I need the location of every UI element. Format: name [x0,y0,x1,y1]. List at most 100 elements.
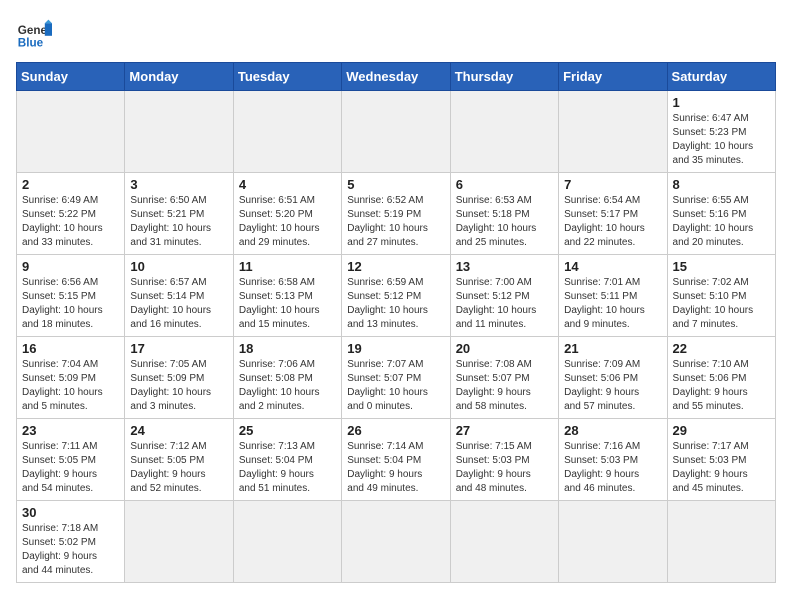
day-info: Sunrise: 7:02 AM Sunset: 5:10 PM Dayligh… [673,276,770,332]
day-number: 2 [22,177,119,192]
calendar-day-cell [342,501,450,583]
calendar-day-header: Wednesday [342,63,450,91]
logo-icon: General Blue [16,16,52,52]
day-info: Sunrise: 7:01 AM Sunset: 5:11 PM Dayligh… [564,276,661,332]
day-info: Sunrise: 6:51 AM Sunset: 5:20 PM Dayligh… [239,194,336,250]
day-info: Sunrise: 7:15 AM Sunset: 5:03 PM Dayligh… [456,440,553,496]
calendar-day-cell [667,501,775,583]
day-info: Sunrise: 7:16 AM Sunset: 5:03 PM Dayligh… [564,440,661,496]
calendar-day-cell: 7 Sunrise: 6:54 AM Sunset: 5:17 PM Daylig… [559,173,667,255]
calendar-day-cell: 24 Sunrise: 7:12 AM Sunset: 5:05 PM Dayli… [125,419,233,501]
day-number: 23 [22,423,119,438]
calendar-week-row: 16 Sunrise: 7:04 AM Sunset: 5:09 PM Dayli… [17,337,776,419]
calendar-day-cell [233,501,341,583]
calendar-day-cell: 19 Sunrise: 7:07 AM Sunset: 5:07 PM Dayli… [342,337,450,419]
day-info: Sunrise: 6:57 AM Sunset: 5:14 PM Dayligh… [130,276,227,332]
day-info: Sunrise: 7:13 AM Sunset: 5:04 PM Dayligh… [239,440,336,496]
calendar-day-cell: 30 Sunrise: 7:18 AM Sunset: 5:02 PM Dayli… [17,501,125,583]
day-number: 30 [22,505,119,520]
calendar-day-header: Friday [559,63,667,91]
day-number: 20 [456,341,553,356]
calendar-day-cell [125,501,233,583]
calendar-day-cell [559,91,667,173]
day-info: Sunrise: 7:08 AM Sunset: 5:07 PM Dayligh… [456,358,553,414]
calendar-day-cell: 22 Sunrise: 7:10 AM Sunset: 5:06 PM Dayli… [667,337,775,419]
calendar-day-header: Thursday [450,63,558,91]
calendar-day-cell: 18 Sunrise: 7:06 AM Sunset: 5:08 PM Dayli… [233,337,341,419]
calendar-day-cell: 21 Sunrise: 7:09 AM Sunset: 5:06 PM Dayli… [559,337,667,419]
calendar-week-row: 23 Sunrise: 7:11 AM Sunset: 5:05 PM Dayli… [17,419,776,501]
day-number: 18 [239,341,336,356]
day-number: 8 [673,177,770,192]
day-number: 5 [347,177,444,192]
day-info: Sunrise: 6:53 AM Sunset: 5:18 PM Dayligh… [456,194,553,250]
day-info: Sunrise: 7:17 AM Sunset: 5:03 PM Dayligh… [673,440,770,496]
calendar-day-header: Monday [125,63,233,91]
day-info: Sunrise: 6:47 AM Sunset: 5:23 PM Dayligh… [673,112,770,168]
svg-text:Blue: Blue [18,37,44,50]
calendar-day-cell: 3Sunrise: 6:50 AM Sunset: 5:21 PM Daylig… [125,173,233,255]
calendar-day-header: Sunday [17,63,125,91]
calendar-day-cell [125,91,233,173]
calendar-day-cell: 25 Sunrise: 7:13 AM Sunset: 5:04 PM Dayli… [233,419,341,501]
day-info: Sunrise: 7:11 AM Sunset: 5:05 PM Dayligh… [22,440,119,496]
day-number: 16 [22,341,119,356]
calendar-day-cell: 26 Sunrise: 7:14 AM Sunset: 5:04 PM Dayli… [342,419,450,501]
calendar-day-cell [450,501,558,583]
calendar-table: SundayMondayTuesdayWednesdayThursdayFrid… [16,62,776,583]
day-number: 4 [239,177,336,192]
day-number: 22 [673,341,770,356]
calendar-day-cell: 2Sunrise: 6:49 AM Sunset: 5:22 PM Daylig… [17,173,125,255]
calendar-day-cell: 9 Sunrise: 6:56 AM Sunset: 5:15 PM Daylig… [17,255,125,337]
calendar-day-cell: 28 Sunrise: 7:16 AM Sunset: 5:03 PM Dayli… [559,419,667,501]
day-number: 24 [130,423,227,438]
day-info: Sunrise: 6:58 AM Sunset: 5:13 PM Dayligh… [239,276,336,332]
day-info: Sunrise: 7:14 AM Sunset: 5:04 PM Dayligh… [347,440,444,496]
calendar-day-cell [559,501,667,583]
day-number: 12 [347,259,444,274]
calendar-day-cell: 14 Sunrise: 7:01 AM Sunset: 5:11 PM Dayli… [559,255,667,337]
calendar-day-cell [17,91,125,173]
calendar-week-row: 30 Sunrise: 7:18 AM Sunset: 5:02 PM Dayli… [17,501,776,583]
day-number: 26 [347,423,444,438]
day-number: 7 [564,177,661,192]
calendar-week-row: 1 Sunrise: 6:47 AM Sunset: 5:23 PM Daylig… [17,91,776,173]
calendar-header-row: SundayMondayTuesdayWednesdayThursdayFrid… [17,63,776,91]
day-info: Sunrise: 7:05 AM Sunset: 5:09 PM Dayligh… [130,358,227,414]
day-info: Sunrise: 6:56 AM Sunset: 5:15 PM Dayligh… [22,276,119,332]
day-number: 17 [130,341,227,356]
day-info: Sunrise: 7:09 AM Sunset: 5:06 PM Dayligh… [564,358,661,414]
day-number: 28 [564,423,661,438]
day-info: Sunrise: 6:54 AM Sunset: 5:17 PM Dayligh… [564,194,661,250]
calendar-day-cell: 16 Sunrise: 7:04 AM Sunset: 5:09 PM Dayli… [17,337,125,419]
calendar-day-cell: 13Sunrise: 7:00 AM Sunset: 5:12 PM Dayli… [450,255,558,337]
day-info: Sunrise: 7:04 AM Sunset: 5:09 PM Dayligh… [22,358,119,414]
page-header: General Blue [16,16,776,52]
day-number: 25 [239,423,336,438]
day-info: Sunrise: 6:55 AM Sunset: 5:16 PM Dayligh… [673,194,770,250]
day-info: Sunrise: 6:52 AM Sunset: 5:19 PM Dayligh… [347,194,444,250]
day-number: 29 [673,423,770,438]
day-info: Sunrise: 7:12 AM Sunset: 5:05 PM Dayligh… [130,440,227,496]
calendar-day-cell: 11Sunrise: 6:58 AM Sunset: 5:13 PM Dayli… [233,255,341,337]
calendar-day-cell: 4 Sunrise: 6:51 AM Sunset: 5:20 PM Daylig… [233,173,341,255]
calendar-day-cell: 17 Sunrise: 7:05 AM Sunset: 5:09 PM Dayli… [125,337,233,419]
day-info: Sunrise: 7:18 AM Sunset: 5:02 PM Dayligh… [22,522,119,578]
day-number: 13 [456,259,553,274]
day-number: 27 [456,423,553,438]
day-number: 1 [673,95,770,110]
day-number: 21 [564,341,661,356]
calendar-day-cell: 10Sunrise: 6:57 AM Sunset: 5:14 PM Dayli… [125,255,233,337]
day-number: 19 [347,341,444,356]
day-info: Sunrise: 7:06 AM Sunset: 5:08 PM Dayligh… [239,358,336,414]
day-info: Sunrise: 7:10 AM Sunset: 5:06 PM Dayligh… [673,358,770,414]
calendar-day-cell: 29 Sunrise: 7:17 AM Sunset: 5:03 PM Dayli… [667,419,775,501]
day-info: Sunrise: 7:07 AM Sunset: 5:07 PM Dayligh… [347,358,444,414]
day-number: 14 [564,259,661,274]
day-number: 9 [22,259,119,274]
calendar-day-cell: 23 Sunrise: 7:11 AM Sunset: 5:05 PM Dayli… [17,419,125,501]
day-number: 3 [130,177,227,192]
logo: General Blue [16,16,56,52]
calendar-day-cell [450,91,558,173]
calendar-day-header: Saturday [667,63,775,91]
